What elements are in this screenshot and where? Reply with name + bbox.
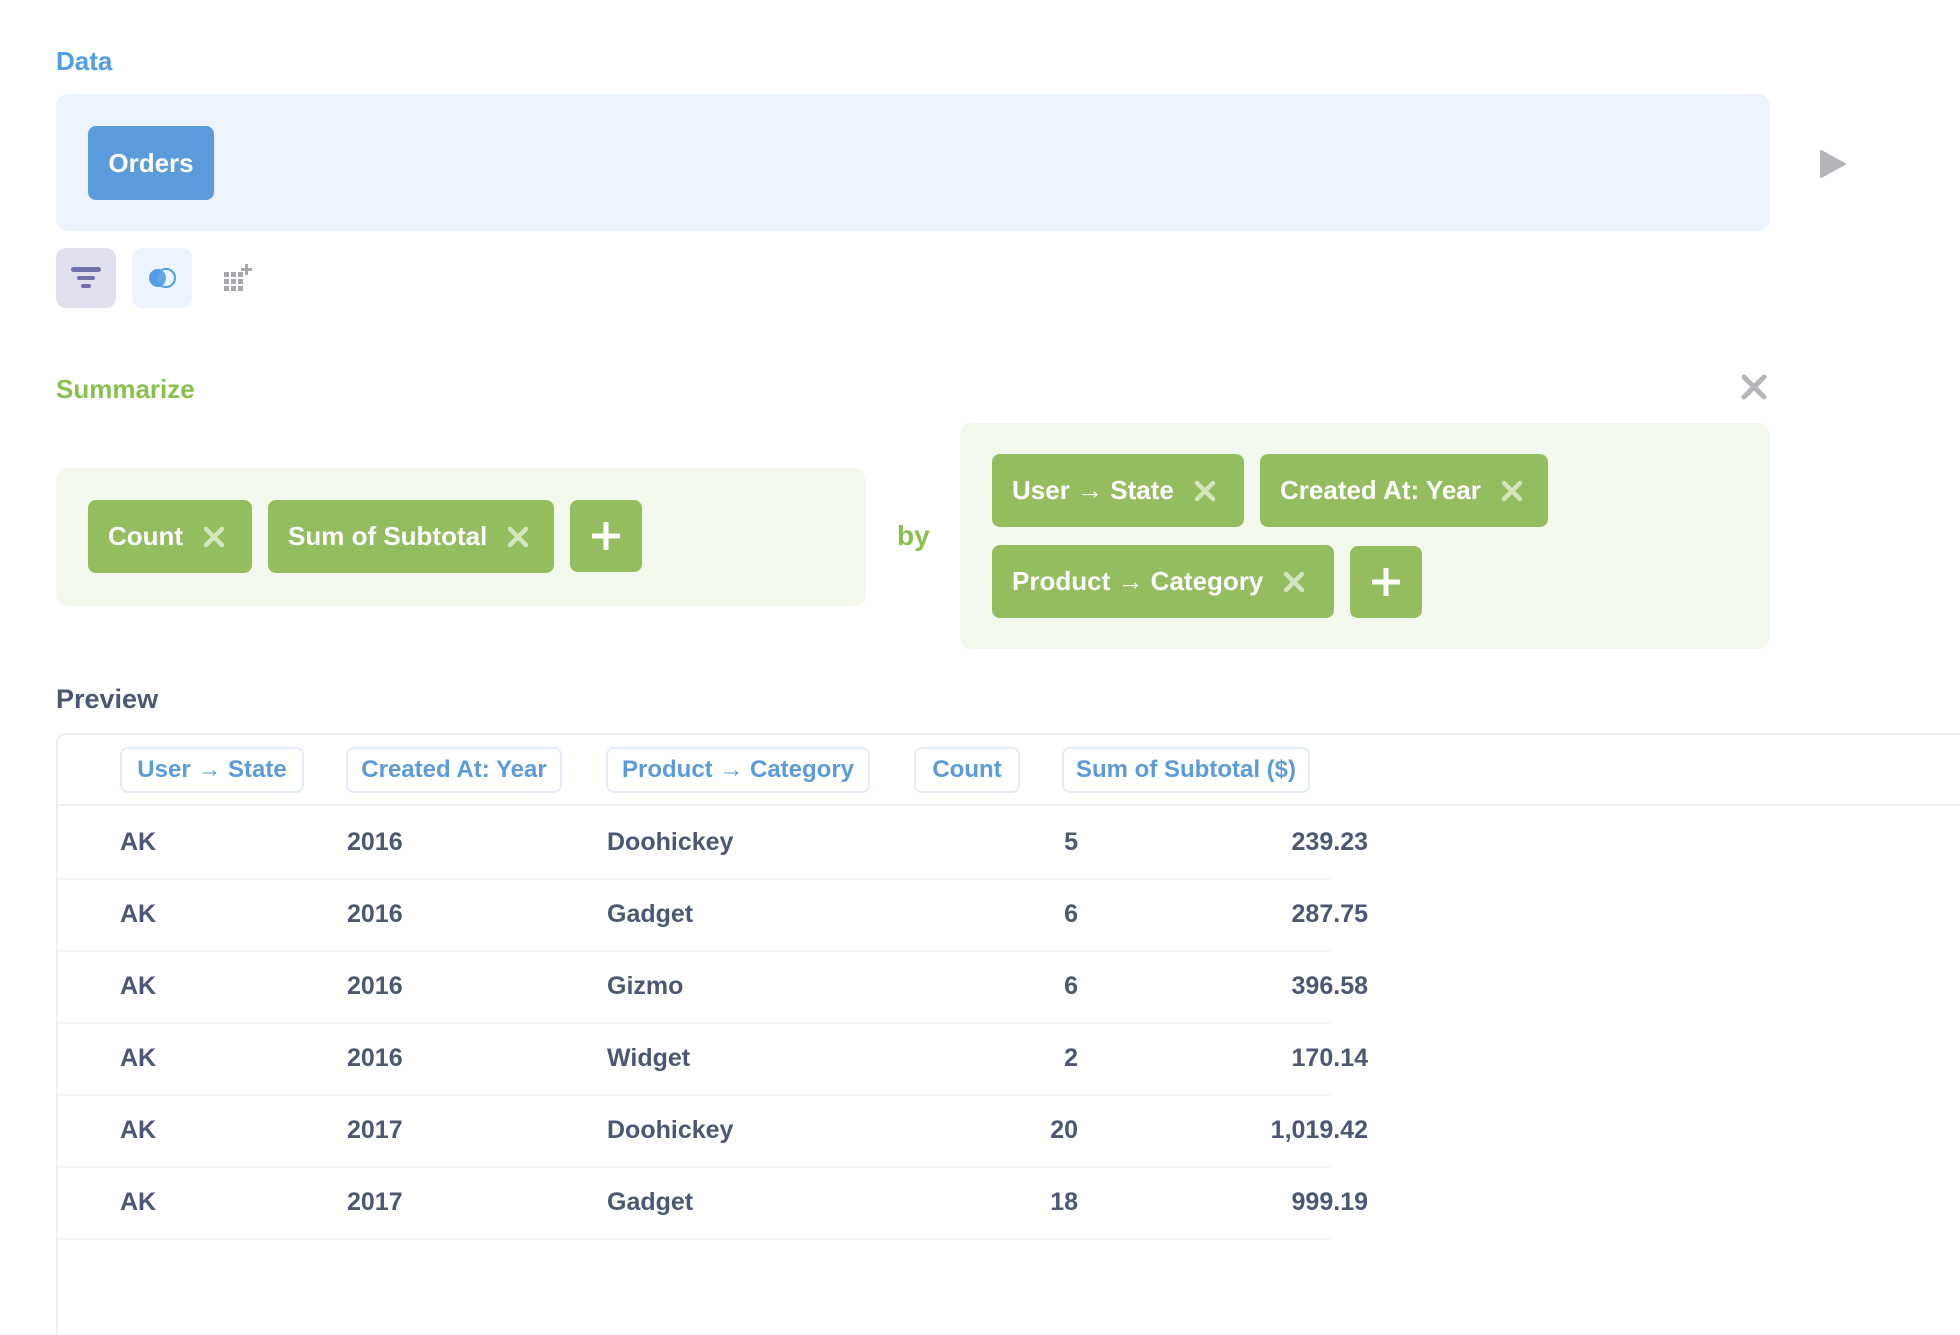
table-cell: 2017 (347, 1188, 403, 1216)
filter-button[interactable] (56, 248, 116, 308)
join-icon (149, 268, 176, 288)
table-cell: 287.75 (1291, 900, 1368, 928)
table-cell: Gadget (607, 1188, 694, 1216)
preview-run-button[interactable] (1818, 149, 1848, 179)
table-cell: AK (120, 1044, 157, 1072)
column-header[interactable]: Count (914, 747, 1020, 793)
table-cell: 5 (1064, 828, 1078, 856)
add-metric-button[interactable] (570, 500, 642, 572)
metric-label: Count (108, 521, 184, 551)
table-cell: 6 (1064, 900, 1078, 928)
breakout-label: User → State (1012, 475, 1174, 505)
remove-summarize-button[interactable] (1740, 373, 1768, 401)
breakout-pill-product-category[interactable]: Product → Category (992, 545, 1334, 618)
breakout-label: Created At: Year (1280, 475, 1481, 505)
join-button[interactable] (132, 248, 192, 308)
table-cell: AK (120, 1188, 157, 1216)
remove-breakout-button[interactable] (1501, 480, 1523, 502)
table-cell: Widget (607, 1044, 691, 1072)
custom-column-button[interactable] (208, 248, 268, 308)
add-column-icon (224, 264, 252, 291)
table-row: AK 2017 Gadget 18 999.19 (58, 1166, 1368, 1240)
table-cell: Gadget (607, 900, 694, 928)
data-section-title: Data (56, 46, 113, 76)
table-cell: AK (120, 1116, 157, 1144)
table-cell: AK (120, 828, 157, 856)
add-breakout-button[interactable] (1350, 546, 1422, 618)
plus-icon (592, 522, 620, 550)
table-cell: 2016 (347, 900, 403, 928)
table-cell: 396.58 (1291, 972, 1368, 1000)
remove-breakout-button[interactable] (1194, 480, 1216, 502)
metric-pill-sum-of-subtotal[interactable]: Sum of Subtotal (268, 500, 554, 573)
close-icon (1284, 571, 1305, 592)
remove-metric-button[interactable] (203, 526, 225, 548)
column-header[interactable]: Created At: Year (346, 747, 562, 793)
play-icon (1820, 150, 1846, 178)
summarize-section-title: Summarize (56, 374, 195, 404)
plus-icon (1372, 568, 1400, 596)
breakout-label: Product → Category (1012, 566, 1264, 596)
table-row: AK 2016 Doohickey 5 239.23 (58, 806, 1368, 880)
table-row: AK 2016 Widget 2 170.14 (58, 1022, 1368, 1096)
table-cell: Gizmo (607, 972, 684, 1000)
table-cell: 999.19 (1291, 1188, 1368, 1216)
column-header[interactable]: Sum of Subtotal ($) (1062, 747, 1310, 793)
table-cell: AK (120, 972, 157, 1000)
close-icon (508, 526, 529, 547)
column-header[interactable]: Product → Category (606, 747, 870, 793)
table-cell: Doohickey (607, 1116, 734, 1144)
table-cell: 170.14 (1291, 1044, 1368, 1072)
source-table-button[interactable]: Orders (88, 126, 214, 200)
table-cell: 2016 (347, 972, 403, 1000)
table-cell: 2016 (347, 1044, 403, 1072)
table-cell: 1,019.42 (1270, 1116, 1368, 1144)
table-cell: 6 (1064, 972, 1078, 1000)
close-icon (1501, 480, 1523, 501)
data-source-box (56, 94, 1770, 231)
breakout-pill-user-state[interactable]: User → State (992, 454, 1244, 527)
breakout-pill-created-at-year[interactable]: Created At: Year (1260, 454, 1548, 527)
metric-label: Sum of Subtotal (288, 521, 488, 551)
table-cell: Doohickey (607, 828, 734, 856)
table-cell: 2016 (347, 828, 403, 856)
remove-metric-button[interactable] (507, 526, 529, 548)
column-header[interactable]: User → State (120, 747, 304, 793)
table-cell: 2 (1064, 1044, 1078, 1072)
table-row: AK 2017 Doohickey 20 1,019.42 (58, 1094, 1368, 1168)
table-cell: 2017 (347, 1116, 403, 1144)
table-cell: AK (120, 900, 157, 928)
table-row: AK 2016 Gizmo 6 396.58 (58, 950, 1368, 1024)
table-cell: 18 (1050, 1188, 1078, 1216)
table-row: AK 2016 Gadget 6 287.75 (58, 878, 1368, 952)
close-icon (203, 526, 225, 547)
table-cell: 239.23 (1291, 828, 1368, 856)
metric-pill-count[interactable]: Count (88, 500, 252, 573)
filter-icon (71, 267, 101, 288)
close-icon (1741, 374, 1767, 400)
table-cell: 20 (1050, 1116, 1078, 1144)
preview-section-title: Preview (56, 684, 159, 714)
by-label: by (897, 520, 930, 551)
remove-breakout-button[interactable] (1283, 571, 1305, 593)
close-icon (1194, 480, 1216, 501)
